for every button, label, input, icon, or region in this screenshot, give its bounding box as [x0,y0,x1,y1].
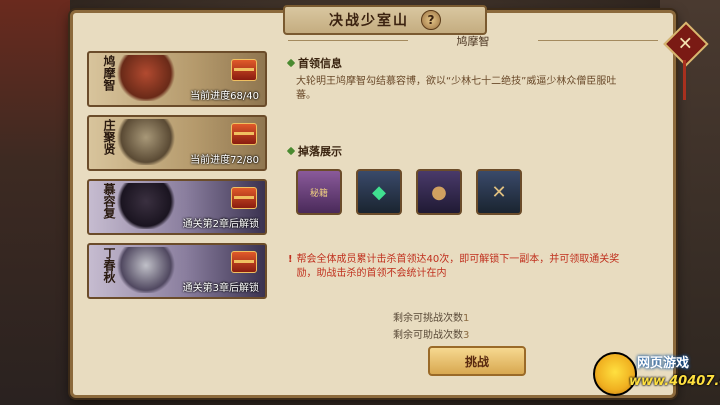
boss-name: 慕容复 [102,183,116,219]
gourd-bag-icon[interactable]: ● [416,169,462,215]
boss-portrait [115,119,177,165]
boss-portrait [115,247,177,293]
tassel-decoration [683,60,686,100]
reward-chest-icon[interactable] [231,187,257,209]
boss-list: 鸠摩智 当前进度68/40 庄聚贤 当前进度72/80 慕容复 通关第2章后解锁… [87,51,267,307]
bullet-icon [286,146,296,156]
boss-name: 庄聚贤 [102,119,116,155]
notice-text: 帮会全体成员累计击杀首领达40次，即可解锁下一副本，并可领取通关奖励，助战击杀的… [296,254,620,279]
watermark-title: 网页游戏 [637,356,690,371]
site-watermark: 网页游戏 www.40407.com [593,350,720,402]
boss-card-zhuangjuxian[interactable]: 庄聚贤 当前进度72/80 [87,115,267,171]
challenge-count-row: 剩余可挑战次数1 [393,310,469,327]
boss-card-dingchunqiu[interactable]: 丁春秋 通关第3章后解锁 [87,243,267,299]
unlock-notice: ! 帮会全体成员累计击杀首领达40次，即可解锁下一副本，并可领取通关奖励，助战击… [288,253,638,281]
boss-unlock-condition: 通关第2章后解锁 [182,219,259,230]
boss-progress: 当前进度72/80 [190,155,259,166]
boss-card-murongfu[interactable]: 慕容复 通关第2章后解锁 [87,179,267,235]
boss-name: 丁春秋 [102,247,116,283]
help-icon[interactable]: ? [421,10,441,30]
skill-book-icon[interactable]: 秘籍 [296,169,342,215]
watermark-url: www.40407.com [629,374,720,389]
assist-count-value: 3 [463,330,470,341]
warning-icon: ! [288,254,293,265]
boss-dialog: 决战少室山 ? 鸠摩智 当前进度68/40 庄聚贤 当前进度72/80 慕容复 … [70,5,676,398]
boss-description: 大轮明王鸠摩智勾结慕容博，欲以“少林七十二绝技”威逼少林众僧臣服吐蕃。 [296,76,617,101]
selected-boss-name: 鸠摩智 [288,33,658,49]
challenge-count-label: 剩余可挑战次数 [393,313,463,324]
assist-count-label: 剩余可助战次数 [393,330,463,341]
treasure-map-icon[interactable]: ✕ [476,169,522,215]
boss-detail: 鸠摩智 首领信息 大轮明王鸠摩智勾结慕容博，欲以“少林七十二绝技”威逼少林众僧臣… [286,33,658,215]
assist-count-row: 剩余可助战次数3 [393,327,469,344]
boss-name: 鸠摩智 [102,55,116,91]
bullet-icon [286,58,296,68]
reward-chest-icon[interactable] [231,251,257,273]
scene-background-left [0,0,70,405]
boss-portrait [115,183,177,229]
challenge-count-value: 1 [463,313,470,324]
dialog-title: 决战少室山 [329,13,409,29]
jade-gem-icon[interactable]: ◆ [356,169,402,215]
boss-portrait [115,55,177,101]
dialog-title-bar: 决战少室山 ? [283,5,487,35]
drops-title: 掉落展示 [298,145,342,158]
boss-info-section: 首领信息 [286,55,658,71]
close-icon: ✕ [678,33,694,55]
reward-chest-icon[interactable] [231,123,257,145]
challenge-button[interactable]: 挑战 [428,346,526,376]
drops-section: 掉落展示 [286,143,658,159]
attempt-counts: 剩余可挑战次数1 剩余可助战次数3 [393,310,469,344]
boss-card-jiumozhi[interactable]: 鸠摩智 当前进度68/40 [87,51,267,107]
boss-progress: 当前进度68/40 [190,91,259,102]
drops-list: 秘籍 ◆ ● ✕ [296,169,658,215]
boss-unlock-condition: 通关第3章后解锁 [182,283,259,294]
reward-chest-icon[interactable] [231,59,257,81]
boss-info-title: 首领信息 [298,57,342,70]
